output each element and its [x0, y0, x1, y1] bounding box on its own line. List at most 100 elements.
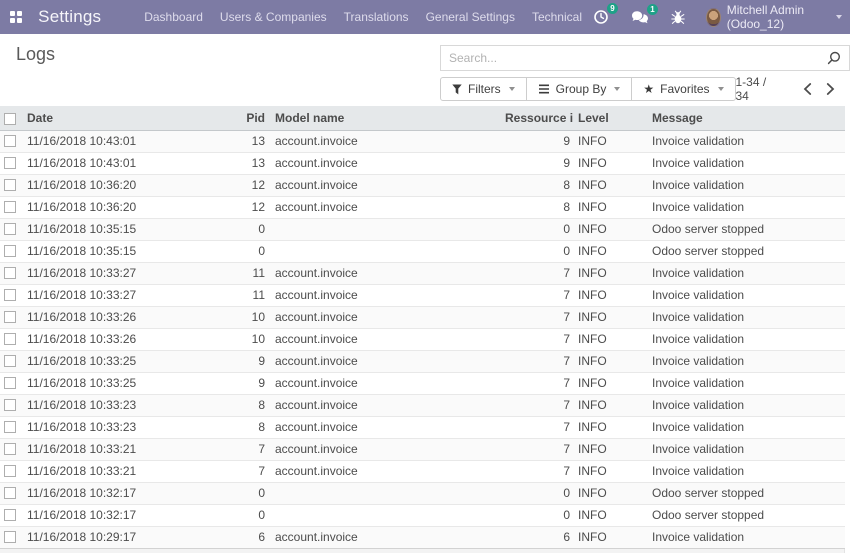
- table-row[interactable]: 11/16/2018 10:33:26 10 account.invoice 7…: [0, 306, 845, 328]
- cell-ressource-id: 9: [505, 130, 573, 152]
- nav-item-general-settings[interactable]: General Settings: [426, 10, 515, 24]
- cell-level: INFO: [573, 504, 643, 526]
- filters-button[interactable]: Filters: [440, 77, 527, 101]
- column-header-pid[interactable]: Pid: [237, 106, 268, 130]
- cell-message: Invoice validation: [643, 328, 845, 350]
- cell-pid: 9: [237, 372, 268, 394]
- row-checkbox[interactable]: [4, 333, 16, 345]
- cell-model-name: account.invoice: [268, 438, 505, 460]
- cell-ressource-id: 7: [505, 438, 573, 460]
- nav-item-technical[interactable]: Technical: [532, 10, 582, 24]
- search-input[interactable]: [441, 51, 826, 65]
- table-row[interactable]: 11/16/2018 10:33:23 8 account.invoice 7 …: [0, 394, 845, 416]
- messages-button[interactable]: 1: [631, 10, 649, 25]
- cell-level: INFO: [573, 328, 643, 350]
- favorites-button[interactable]: ★ Favorites: [631, 77, 735, 101]
- cell-level: INFO: [573, 284, 643, 306]
- cell-date: 11/16/2018 10:33:23: [25, 394, 237, 416]
- activities-button[interactable]: 9: [593, 9, 609, 25]
- column-header-model-name[interactable]: Model name: [268, 106, 505, 130]
- row-checkbox[interactable]: [4, 531, 16, 543]
- bug-icon: [671, 10, 685, 25]
- cell-date: 11/16/2018 10:33:23: [25, 416, 237, 438]
- row-checkbox[interactable]: [4, 179, 16, 191]
- cell-ressource-id: 7: [505, 416, 573, 438]
- row-checkbox[interactable]: [4, 157, 16, 169]
- cell-ressource-id: 0: [505, 504, 573, 526]
- table-row[interactable]: 11/16/2018 10:33:23 8 account.invoice 7 …: [0, 416, 845, 438]
- table-row[interactable]: 11/16/2018 10:35:15 0 0 INFO Odoo server…: [0, 218, 845, 240]
- table-row[interactable]: 11/16/2018 10:33:27 11 account.invoice 7…: [0, 284, 845, 306]
- select-all-cell: [0, 106, 25, 130]
- table-row[interactable]: 11/16/2018 10:33:21 7 account.invoice 7 …: [0, 438, 845, 460]
- cell-pid: 0: [237, 218, 268, 240]
- table-row[interactable]: 11/16/2018 10:32:17 0 0 INFO Odoo server…: [0, 482, 845, 504]
- table-row[interactable]: 11/16/2018 10:33:26 10 account.invoice 7…: [0, 328, 845, 350]
- apps-menu-icon[interactable]: [10, 11, 22, 23]
- row-checkbox[interactable]: [4, 311, 16, 323]
- table-row[interactable]: 11/16/2018 10:36:20 12 account.invoice 8…: [0, 174, 845, 196]
- cell-level: INFO: [573, 372, 643, 394]
- debug-button[interactable]: [671, 10, 685, 25]
- row-checkbox[interactable]: [4, 135, 16, 147]
- nav-item-translations[interactable]: Translations: [344, 10, 409, 24]
- row-select-cell: [0, 284, 25, 306]
- cell-date: 11/16/2018 10:33:26: [25, 306, 237, 328]
- row-checkbox[interactable]: [4, 421, 16, 433]
- row-checkbox[interactable]: [4, 267, 16, 279]
- cell-message: Odoo server stopped: [643, 240, 845, 262]
- cell-date: 11/16/2018 10:33:25: [25, 350, 237, 372]
- cell-ressource-id: 7: [505, 284, 573, 306]
- user-menu[interactable]: Mitchell Admin (Odoo_12): [706, 3, 842, 31]
- cell-level: INFO: [573, 240, 643, 262]
- cell-model-name: account.invoice: [268, 262, 505, 284]
- row-select-cell: [0, 174, 25, 196]
- row-checkbox[interactable]: [4, 377, 16, 389]
- cell-pid: 11: [237, 284, 268, 306]
- cell-pid: 10: [237, 306, 268, 328]
- table-row[interactable]: 11/16/2018 10:33:25 9 account.invoice 7 …: [0, 350, 845, 372]
- nav-item-users-companies[interactable]: Users & Companies: [220, 10, 327, 24]
- table-row[interactable]: 11/16/2018 10:43:01 13 account.invoice 9…: [0, 152, 845, 174]
- row-checkbox[interactable]: [4, 289, 16, 301]
- row-checkbox[interactable]: [4, 509, 16, 521]
- row-checkbox[interactable]: [4, 399, 16, 411]
- group-by-button[interactable]: Group By: [526, 77, 633, 101]
- table-row[interactable]: 11/16/2018 10:43:01 13 account.invoice 9…: [0, 130, 845, 152]
- pager-next-button[interactable]: [819, 81, 842, 97]
- row-checkbox[interactable]: [4, 223, 16, 235]
- table-row[interactable]: 11/16/2018 10:36:20 12 account.invoice 8…: [0, 196, 845, 218]
- cell-level: INFO: [573, 218, 643, 240]
- favorites-star-icon: ★: [643, 83, 654, 95]
- search-box: [440, 45, 850, 71]
- row-checkbox[interactable]: [4, 465, 16, 477]
- favorites-label: Favorites: [660, 82, 709, 96]
- app-menu: Dashboard Users & Companies Translations…: [144, 10, 582, 24]
- table-row[interactable]: 11/16/2018 10:35:15 0 0 INFO Odoo server…: [0, 240, 845, 262]
- nav-item-dashboard[interactable]: Dashboard: [144, 10, 203, 24]
- cell-level: INFO: [573, 482, 643, 504]
- table-row[interactable]: 11/16/2018 10:29:17 6 account.invoice 6 …: [0, 526, 845, 548]
- row-checkbox[interactable]: [4, 443, 16, 455]
- column-header-date[interactable]: Date: [25, 106, 237, 130]
- column-header-level[interactable]: Level: [573, 106, 643, 130]
- column-header-message[interactable]: Message: [643, 106, 845, 130]
- cell-message: Invoice validation: [643, 196, 845, 218]
- cell-model-name: account.invoice: [268, 306, 505, 328]
- row-checkbox[interactable]: [4, 245, 16, 257]
- table-row[interactable]: 11/16/2018 10:33:27 11 account.invoice 7…: [0, 262, 845, 284]
- column-header-ressource-id[interactable]: Ressource id: [505, 106, 573, 130]
- control-panel: Logs Filters Group By: [0, 34, 850, 106]
- table-row[interactable]: 11/16/2018 10:33:25 9 account.invoice 7 …: [0, 372, 845, 394]
- cell-model-name: [268, 504, 505, 526]
- cell-ressource-id: 6: [505, 526, 573, 548]
- table-row[interactable]: 11/16/2018 10:33:21 7 account.invoice 7 …: [0, 460, 845, 482]
- row-checkbox[interactable]: [4, 487, 16, 499]
- table-row[interactable]: 11/16/2018 10:32:17 0 0 INFO Odoo server…: [0, 504, 845, 526]
- pager-previous-button[interactable]: [796, 81, 819, 97]
- cell-date: 11/16/2018 10:33:27: [25, 284, 237, 306]
- select-all-checkbox[interactable]: [4, 113, 16, 125]
- row-checkbox[interactable]: [4, 201, 16, 213]
- current-app-title[interactable]: Settings: [38, 7, 101, 27]
- row-checkbox[interactable]: [4, 355, 16, 367]
